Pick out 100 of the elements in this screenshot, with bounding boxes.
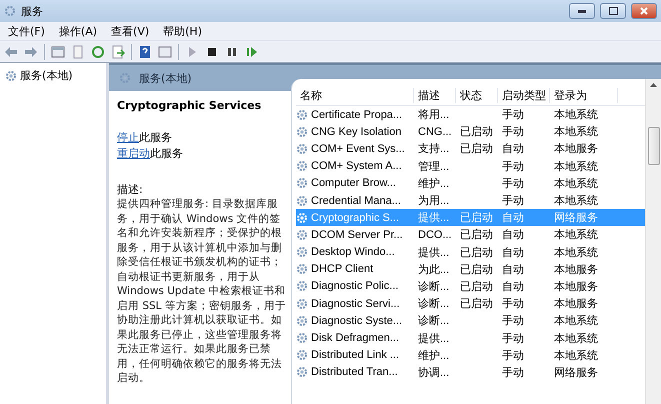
- status-cell-text: 已启动: [459, 142, 494, 156]
- service-row[interactable]: Diagnostic Syste... 诊断... 手动 本地系统: [296, 312, 645, 330]
- service-row[interactable]: Credential Mana... 为用... 手动 本地系统: [296, 192, 645, 210]
- description-cell-text: CNG...: [417, 126, 453, 138]
- description-label: 描述:: [117, 182, 144, 197]
- service-name-cell: Certificate Propa...: [311, 108, 402, 121]
- menu-item[interactable]: 查看(V): [111, 24, 150, 38]
- service-name: Cryptographic Services: [117, 99, 262, 112]
- service-gear-icon: [296, 194, 308, 207]
- service-gear-icon: [296, 160, 308, 172]
- startup-type-cell-text: 手动: [501, 108, 525, 122]
- service-name-cell: COM+ Event Sys...: [311, 142, 405, 155]
- maximize-button[interactable]: [600, 3, 626, 19]
- close-button[interactable]: [631, 3, 657, 19]
- window-title: 服务: [21, 4, 44, 18]
- service-gear-icon: [296, 177, 308, 190]
- action-link[interactable]: 停止: [117, 130, 139, 146]
- service-row[interactable]: Desktop Windo... 提供... 已启动 自动 本地系统: [296, 244, 645, 261]
- description-cell-text: 协调...: [417, 366, 450, 380]
- service-row[interactable]: Computer Brow... 维护... 手动 本地系统: [296, 174, 645, 192]
- description-cell-text: 提供...: [417, 211, 450, 226]
- refresh-icon[interactable]: [91, 44, 105, 58]
- logon-cell-text: 本地服务: [553, 142, 599, 156]
- action-text: 此服务: [150, 146, 183, 162]
- service-row[interactable]: Distributed Link ... 维护... 手动 本地系统: [296, 346, 645, 364]
- minimize-button[interactable]: [569, 3, 595, 19]
- forward-icon[interactable]: [24, 44, 38, 58]
- menu-item[interactable]: 文件(F): [8, 24, 45, 38]
- service-row[interactable]: DHCP Client 为此... 已启动 自动 本地服务: [296, 260, 645, 278]
- service-gear-icon: [296, 349, 308, 362]
- status-cell-text: 已启动: [459, 280, 494, 294]
- status-cell-text: 已启动: [459, 246, 494, 260]
- service-row[interactable]: Distributed Tran... 协调... 手动 网络服务: [296, 364, 645, 381]
- logon-cell-text: 网络服务: [553, 366, 599, 380]
- logon-cell-text: 本地系统: [553, 348, 599, 363]
- startup-type-cell-text: 自动: [501, 211, 525, 226]
- service-row[interactable]: Diagnostic Servi... 诊断... 已启动 手动 本地服务: [296, 295, 645, 312]
- column-header[interactable]: 名称: [296, 88, 414, 102]
- logon-cell-text: 本地服务: [553, 262, 599, 277]
- service-gear-icon: [296, 298, 308, 310]
- service-gear-icon: [296, 314, 308, 327]
- description-text: 提供四种管理服务: 目录数据库服务，用于确认 Windows 文件的签名和允许安装新程序；受保护的根服务，用于从该计算机中添加与删除受信任根证书颁发机构的证书；自动根证书更新服务，用于从 Windows Update 中检索根证书和启用 SSL 等方案；密钥服务，用于协助注册此计算机以获取证书。如果此服务已停止，这些管理服务将无法正常运行。如果此服务已禁用，任何明确依赖它的服务将无法启动。: [117, 197, 287, 386]
- document-icon[interactable]: [71, 44, 85, 58]
- close-icon: [640, 7, 648, 15]
- service-gear-icon: [296, 246, 308, 258]
- startup-type-cell-text: 自动: [501, 246, 525, 260]
- console-tree-icon[interactable]: [51, 44, 65, 58]
- logon-cell-text: 本地系统: [553, 124, 599, 140]
- service-gear-icon: [296, 366, 308, 378]
- service-row[interactable]: COM+ Event Sys... 支持... 已启动 自动 本地服务: [296, 140, 645, 158]
- service-row[interactable]: Certificate Propa... 将用... 手动 本地系统: [296, 106, 645, 124]
- export-icon[interactable]: [111, 44, 125, 58]
- scroll-up-arrow-icon[interactable]: [650, 83, 657, 87]
- description-cell-text: 为用...: [417, 194, 450, 208]
- service-row[interactable]: Disk Defragmen... 提供... 手动 本地系统: [296, 329, 645, 347]
- service-row[interactable]: DCOM Server Pr... DCO... 已启动 自动 本地系统: [296, 226, 645, 244]
- properties-icon[interactable]: [158, 44, 172, 58]
- service-row[interactable]: CNG Key Isolation CNG... 已启动 手动 本地系统: [296, 123, 645, 140]
- help-icon[interactable]: [138, 44, 152, 58]
- action-link[interactable]: 重启动: [117, 146, 150, 162]
- logon-cell-text: 本地服务: [553, 280, 599, 294]
- startup-type-cell-text: 手动: [501, 332, 525, 346]
- startup-type-cell-text: 自动: [501, 228, 525, 242]
- logon-cell-text: 本地系统: [553, 194, 599, 208]
- logon-cell-text: 网络服务: [553, 211, 599, 226]
- status-cell-text: 已启动: [459, 210, 494, 226]
- menu-item[interactable]: 操作(A): [58, 24, 98, 38]
- service-gear-icon: [296, 212, 308, 224]
- gear-icon: [4, 5, 16, 17]
- service-name-cell: Credential Mana...: [311, 194, 401, 207]
- scrollbar-thumb[interactable]: [648, 127, 660, 165]
- tree-item[interactable]: 服务(本地): [3, 67, 103, 84]
- service-name-cell: DHCP Client: [311, 263, 374, 276]
- service-gear-icon: [296, 108, 308, 121]
- service-name-cell: CNG Key Isolation: [311, 126, 402, 138]
- scrollbar[interactable]: [645, 79, 661, 404]
- description-cell-text: 维护...: [417, 348, 450, 363]
- column-header[interactable]: 状态: [456, 88, 498, 102]
- column-header[interactable]: 描述: [414, 88, 456, 102]
- back-icon[interactable]: [4, 44, 18, 58]
- description-cell-text: 诊断...: [417, 314, 450, 328]
- service-row[interactable]: Diagnostic Polic... 诊断... 已启动 自动 本地服务: [296, 278, 645, 296]
- logon-cell-text: 本地系统: [553, 332, 599, 346]
- action-text: 此服务: [139, 130, 172, 146]
- maximize-icon: [608, 7, 618, 15]
- logon-cell-text: 本地系统: [553, 246, 599, 260]
- service-name-cell: Diagnostic Syste...: [311, 314, 402, 327]
- menu-item[interactable]: 帮助(H): [163, 24, 202, 38]
- column-header[interactable]: 启动类型: [498, 88, 550, 102]
- description-cell-text: DCO...: [417, 228, 453, 241]
- status-cell-text: 已启动: [459, 228, 494, 242]
- logon-cell-text: 本地服务: [553, 297, 599, 312]
- restart-icon[interactable]: [245, 44, 259, 58]
- service-row[interactable]: COM+ System A... 管理... 手动 本地系统: [296, 158, 645, 175]
- logon-cell-text: 本地系统: [553, 314, 599, 328]
- startup-type-cell-text: 手动: [501, 160, 525, 174]
- logon-cell-text: 本地系统: [553, 108, 599, 122]
- column-header[interactable]: 登录为: [550, 88, 618, 102]
- description-cell-text: 诊断...: [417, 280, 450, 294]
- startup-type-cell-text: 手动: [501, 125, 525, 140]
